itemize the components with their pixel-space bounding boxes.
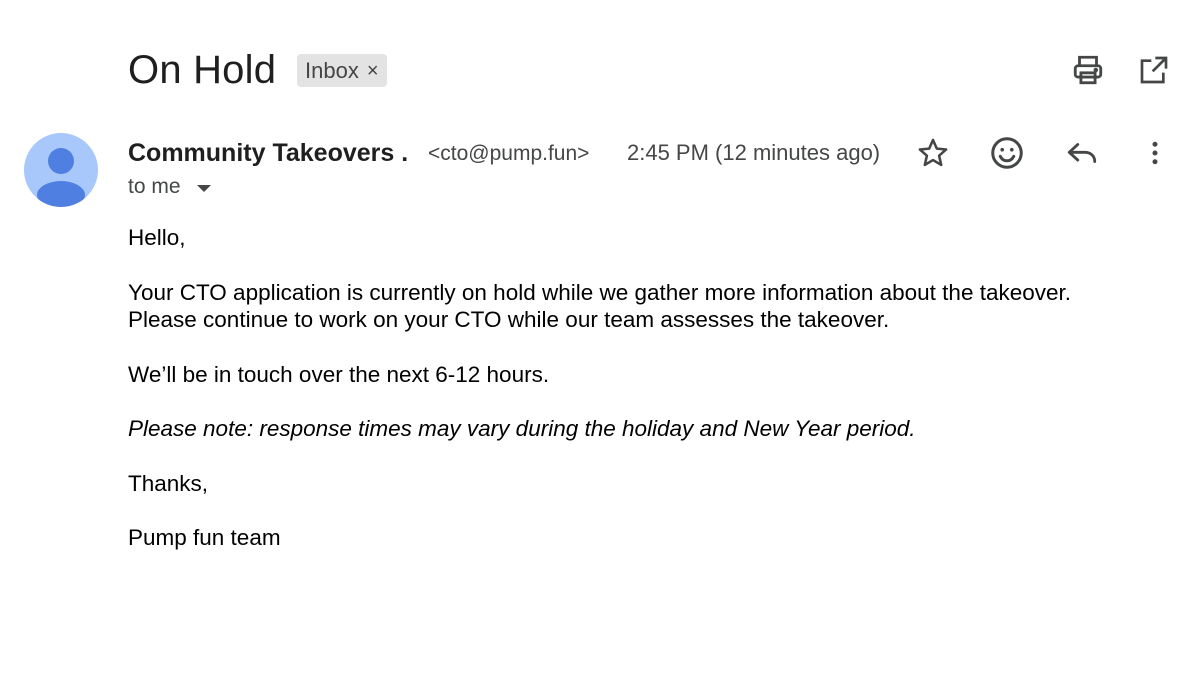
person-icon <box>37 148 85 207</box>
email-body: Hello, Your CTO application is currently… <box>128 224 1178 579</box>
sender-email: <cto@pump.fun> <box>428 142 590 165</box>
print-button[interactable] <box>1068 50 1108 90</box>
open-in-new-window-icon <box>1140 56 1168 84</box>
body-note: Please note: response times may vary dur… <box>128 416 916 441</box>
recipient-text: to me <box>128 175 181 198</box>
sender-avatar[interactable] <box>24 133 98 207</box>
email-timestamp: 2:45 PM (12 minutes ago) <box>627 140 881 165</box>
email-view: On Hold Inbox × Community Takeovers . <c… <box>0 0 1200 683</box>
sender-name[interactable]: Community Takeovers . <box>128 136 408 170</box>
body-thanks: Thanks, <box>128 470 209 496</box>
remove-label-icon[interactable]: × <box>367 61 379 81</box>
reply-button[interactable] <box>1060 131 1104 175</box>
body-paragraph-2: Please continue to work on your CTO whil… <box>128 307 890 332</box>
inbox-label-chip[interactable]: Inbox × <box>297 54 387 87</box>
star-button[interactable] <box>911 131 955 175</box>
body-signature: Pump fun team <box>128 525 281 550</box>
body-greeting: Hello, <box>128 225 186 250</box>
label-chip-text: Inbox <box>305 57 359 83</box>
reply-icon <box>1067 143 1097 163</box>
recipient-details-toggle[interactable]: to me <box>128 175 211 199</box>
star-icon <box>918 138 948 167</box>
body-paragraph-3: We’ll be in touch over the next 6-12 hou… <box>128 361 550 387</box>
add-reaction-button[interactable] <box>985 131 1029 175</box>
open-in-new-window-button[interactable] <box>1134 50 1174 90</box>
more-options-button[interactable] <box>1133 131 1177 175</box>
email-subject: On Hold <box>128 48 277 92</box>
print-icon <box>1073 55 1103 85</box>
body-paragraph-1: Your CTO application is currently on hol… <box>128 279 1072 305</box>
emoji-react-icon <box>991 137 1023 169</box>
chevron-down-icon <box>196 184 211 192</box>
more-vert-icon <box>1152 141 1158 165</box>
